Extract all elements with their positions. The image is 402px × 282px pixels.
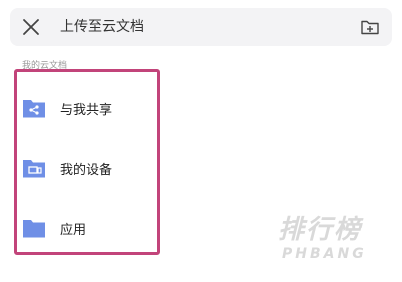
close-icon[interactable]: [20, 16, 42, 38]
device-folder-icon: [23, 160, 45, 178]
shared-folder-icon: [23, 100, 45, 118]
list-item-shared[interactable]: 与我共享: [22, 93, 152, 123]
page-title: 上传至云文档: [60, 19, 144, 35]
add-folder-icon[interactable]: [360, 17, 380, 37]
list-item-label: 与我共享: [60, 102, 113, 118]
list-item-devices[interactable]: 我的设备: [22, 153, 152, 183]
list-item-label: 我的设备: [60, 162, 113, 178]
folder-icon: [23, 220, 45, 238]
list-item-apps[interactable]: 应用: [22, 213, 152, 243]
header-bar: 上传至云文档: [10, 8, 392, 46]
watermark-cn: 排行榜: [278, 215, 363, 245]
watermark-en: PHBANG: [282, 246, 367, 262]
watermark-logo: 排行榜 PHBANG: [278, 215, 388, 270]
list-item-label: 应用: [60, 222, 87, 238]
